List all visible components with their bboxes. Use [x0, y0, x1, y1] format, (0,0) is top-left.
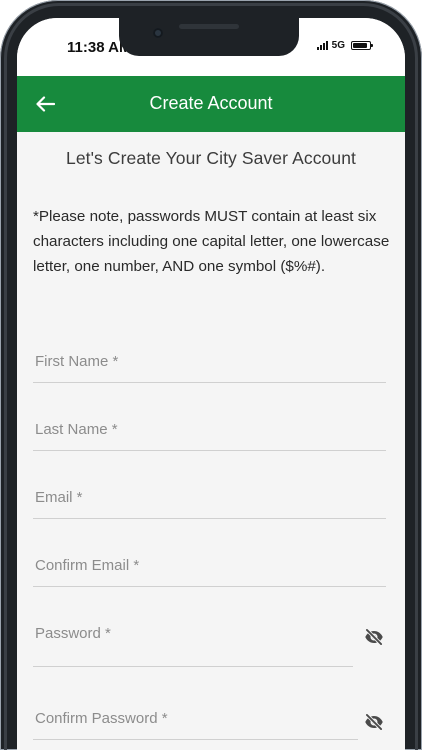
- app-screen: 11:38 AM 5G Create Account Let's Create …: [17, 18, 405, 750]
- confirm-password-visibility-toggle[interactable]: [361, 709, 387, 735]
- app-bar: Create Account: [17, 76, 405, 132]
- page-title: Create Account: [149, 93, 273, 113]
- email-label: Email *: [35, 489, 83, 506]
- speaker: [179, 24, 239, 29]
- first-name-label: First Name *: [35, 353, 119, 370]
- password-requirements-note: *Please note, passwords MUST contain at …: [33, 208, 390, 275]
- battery-icon: [351, 41, 373, 50]
- phone-frame: 11:38 AM 5G Create Account Let's Create …: [0, 0, 422, 750]
- password-visibility-toggle[interactable]: [361, 624, 387, 650]
- front-camera: [153, 28, 163, 38]
- email-field[interactable]: Email *: [33, 479, 386, 519]
- notch: [119, 18, 299, 56]
- network-type: 5G: [331, 40, 345, 51]
- first-name-field[interactable]: First Name *: [33, 343, 386, 383]
- confirm-password-label: Confirm Password *: [35, 710, 168, 727]
- password-label: Password *: [35, 625, 111, 642]
- form-heading: Let's Create Your City Saver Account: [65, 148, 357, 168]
- status-bar: 11:38 AM 5G: [17, 18, 405, 76]
- status-indicators: 5G: [316, 40, 373, 51]
- eye-off-icon: [365, 628, 383, 646]
- password-field[interactable]: Password *: [33, 615, 353, 667]
- last-name-field[interactable]: Last Name *: [33, 411, 386, 451]
- confirm-email-field[interactable]: Confirm Email *: [33, 547, 386, 587]
- confirm-email-label: Confirm Email *: [35, 557, 140, 574]
- confirm-password-field[interactable]: Confirm Password *: [33, 700, 358, 740]
- signal-icon: [316, 41, 328, 50]
- last-name-label: Last Name *: [35, 421, 118, 438]
- eye-off-icon: [365, 713, 383, 731]
